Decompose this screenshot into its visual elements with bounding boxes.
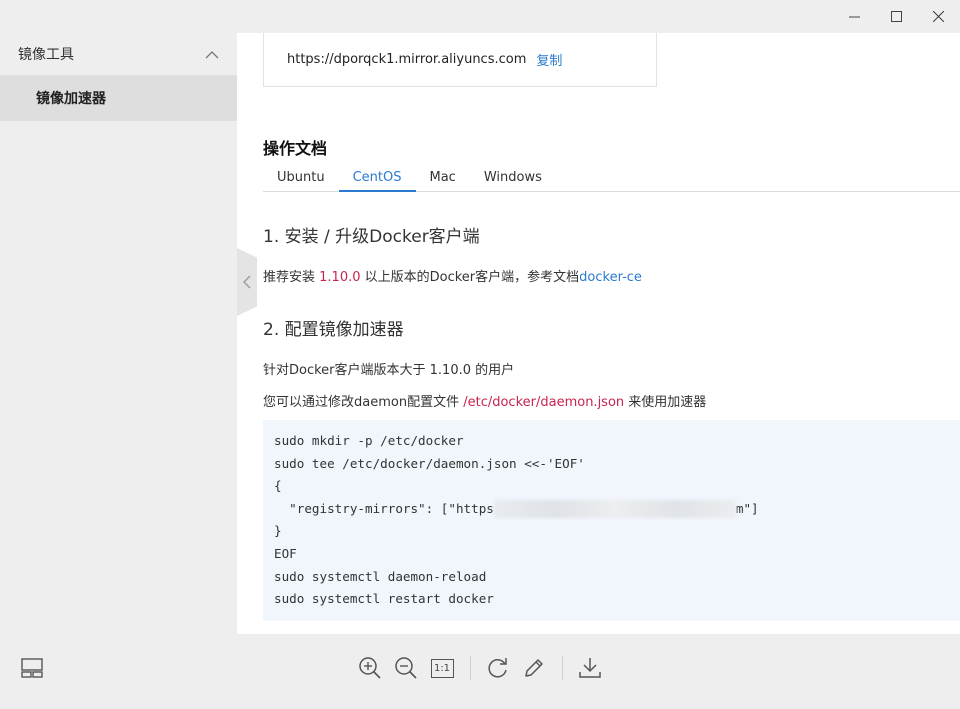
rotate-button[interactable] <box>484 654 512 682</box>
toolbar-divider <box>562 656 563 680</box>
tab-centos[interactable]: CentOS <box>338 164 416 192</box>
code-line: } <box>274 523 282 539</box>
zoom-in-button[interactable] <box>356 654 384 682</box>
code-line: sudo systemctl daemon-reload <box>274 568 487 584</box>
section2-line1: 针对Docker客户端版本大于 1.10.0 的用户 <box>263 363 515 378</box>
bottom-toolbar: 1:1 <box>0 634 960 709</box>
zoom-out-icon <box>395 657 417 679</box>
minimize-icon <box>848 16 860 18</box>
section2-line2-post: 来使用加速器 <box>624 395 707 410</box>
sidebar-group-label: 镜像工具 <box>18 47 74 63</box>
code-line: "registry-mirrors": ["https m"] <box>274 498 949 521</box>
code-block[interactable]: sudo mkdir -p /etc/docker sudo tee /etc/d… <box>263 420 960 621</box>
toolbar-divider <box>470 656 471 680</box>
tab-mac[interactable]: Mac <box>416 164 470 192</box>
code-line: { <box>274 478 282 494</box>
zoom-in-icon <box>359 657 381 679</box>
docker-ce-link[interactable]: docker-ce <box>579 270 642 285</box>
section2-line2: 您可以通过修改daemon配置文件 /etc/docker/daemon.jso… <box>263 391 706 410</box>
copy-link[interactable]: 复制 <box>536 50 562 69</box>
code-line: sudo mkdir -p /etc/docker <box>274 433 464 448</box>
edit-button[interactable] <box>520 654 548 682</box>
code-line-post: m"] <box>735 500 759 516</box>
sidebar-collapse-handle[interactable] <box>237 248 257 316</box>
close-button[interactable] <box>916 0 960 33</box>
redacted-mirror-url <box>493 500 736 519</box>
sidebar-item-mirror-accelerator[interactable]: 镜像加速器 <box>0 75 237 121</box>
sidebar: 镜像工具 镜像加速器 <box>0 33 237 634</box>
maximize-button[interactable] <box>874 0 918 33</box>
content-panel: https://dporqck1.mirror.aliyuncs.com 复制 … <box>237 33 960 634</box>
actual-size-button[interactable]: 1:1 <box>428 654 456 682</box>
tab-windows[interactable]: Windows <box>470 164 556 192</box>
code-line: EOF <box>274 545 297 561</box>
download-icon <box>579 658 601 678</box>
chevron-left-icon <box>243 275 251 289</box>
maximize-icon <box>890 11 902 22</box>
section1-text-mid: 以上版本的Docker客户端，参考文档 <box>360 270 580 285</box>
docs-title: 操作文档 <box>263 139 328 158</box>
section1-text: 推荐安装 1.10.0 以上版本的Docker客户端，参考文档docker-ce <box>263 266 642 285</box>
mirror-url: https://dporqck1.mirror.aliyuncs.com <box>287 52 527 67</box>
edit-icon <box>525 659 543 677</box>
code-line: sudo tee /etc/docker/daemon.json <<-'EOF… <box>274 455 585 471</box>
chevron-up-icon <box>205 50 219 58</box>
minimize-button[interactable] <box>832 0 876 33</box>
mirror-url-box: https://dporqck1.mirror.aliyuncs.com 复制 <box>263 33 657 87</box>
close-icon <box>932 11 944 22</box>
section1-text-pre: 推荐安装 <box>263 270 320 285</box>
section2-heading: 2. 配置镜像加速器 <box>263 320 404 340</box>
app-window: 镜像工具 镜像加速器 https://dporqck1.mirror.aliyu… <box>0 0 960 709</box>
zoom-out-button[interactable] <box>392 654 420 682</box>
layout-button[interactable] <box>18 654 46 682</box>
sidebar-item-label: 镜像加速器 <box>36 91 106 107</box>
section1-heading: 1. 安装 / 升级Docker客户端 <box>263 227 480 247</box>
rotate-icon <box>488 658 507 678</box>
layout-icon <box>21 658 43 678</box>
title-bar <box>0 0 960 33</box>
sidebar-group-mirror-tools[interactable]: 镜像工具 <box>0 33 237 75</box>
code-line: sudo systemctl restart docker <box>274 591 494 607</box>
code-line-pre: "registry-mirrors": ["https <box>274 500 494 516</box>
daemon-json-path: /etc/docker/daemon.json <box>463 395 625 410</box>
tab-ubuntu[interactable]: Ubuntu <box>263 164 339 192</box>
section2-line2-pre: 您可以通过修改daemon配置文件 <box>263 395 464 410</box>
os-tabs: Ubuntu CentOS Mac Windows <box>263 164 960 192</box>
actual-size-icon: 1:1 <box>430 658 454 678</box>
docker-version: 1.10.0 <box>319 270 361 285</box>
download-button[interactable] <box>576 654 604 682</box>
